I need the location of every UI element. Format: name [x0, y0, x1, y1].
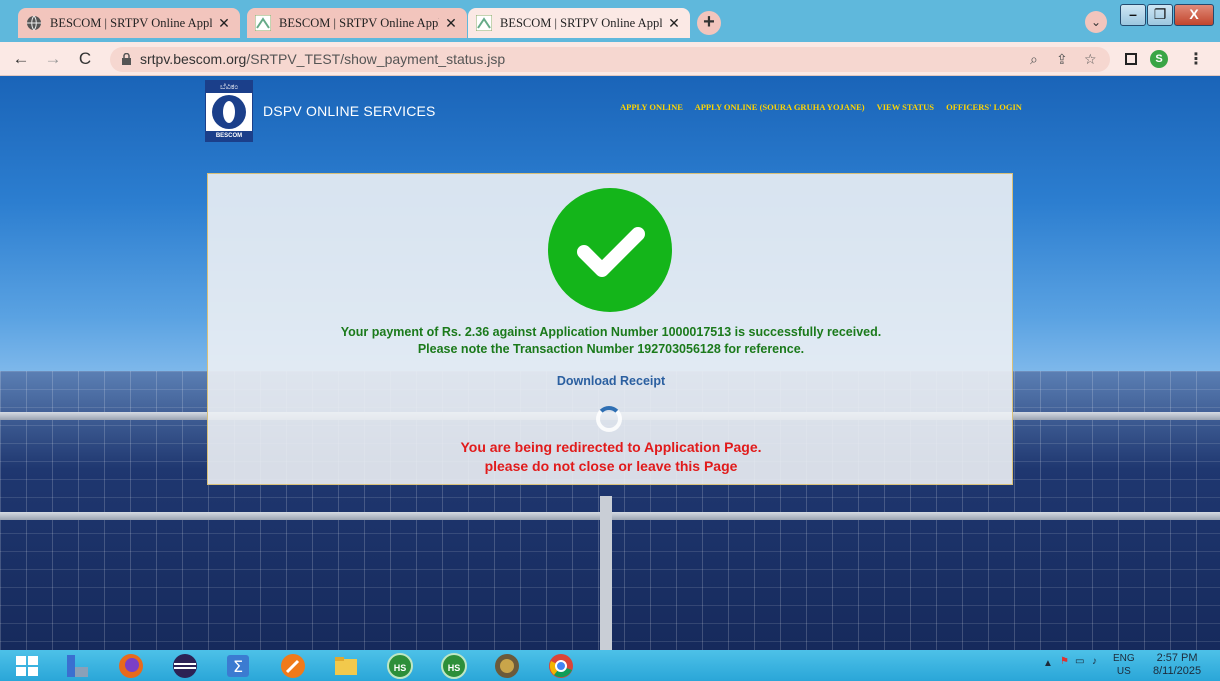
hs-app-icon[interactable]: HS [441, 653, 467, 679]
minimize-button[interactable]: – [1120, 4, 1146, 26]
loading-spinner-icon [596, 406, 622, 432]
close-tab-icon[interactable]: ✕ [216, 15, 232, 32]
panel-rail [600, 496, 612, 650]
tab-title: BESCOM | SRTPV Online Applicat [279, 15, 439, 30]
nav-apply-online-soura[interactable]: APPLY ONLINE (SOURA GRUHA YOJANE) [695, 102, 865, 112]
nav-apply-online[interactable]: APPLY ONLINE [620, 102, 683, 112]
tab-search-button[interactable]: ⌄ [1085, 11, 1107, 33]
logo-top-text: ಬೆವಿಕಂ [206, 81, 252, 93]
close-window-button[interactable]: X [1174, 4, 1214, 26]
url-host: srtpv.bescom.org [140, 51, 247, 67]
tab-title: BESCOM | SRTPV Online Applicat [50, 15, 212, 30]
chrome-icon[interactable] [548, 653, 574, 679]
redirect-notice: You are being redirected to Application … [460, 439, 762, 455]
globe-icon [27, 15, 41, 31]
download-receipt-link[interactable]: Download Receipt [208, 374, 1014, 388]
region-code: US [1116, 666, 1131, 677]
clock[interactable]: 2:57 PM 8/11/2025 [1153, 652, 1201, 678]
url-path: /SRTPV_TEST/show_payment_status.jsp [246, 51, 506, 67]
folder-icon[interactable] [333, 653, 359, 679]
browser-tab-1[interactable]: BESCOM | SRTPV Online Applicat ✕ [18, 8, 240, 38]
logo-bottom-text: BESCOM [206, 131, 252, 141]
badge-app-icon[interactable] [494, 653, 520, 679]
clock-time: 2:57 PM [1156, 652, 1198, 664]
flag-icon[interactable]: ⚑ [1060, 656, 1069, 667]
pencil-app-icon[interactable] [280, 653, 306, 679]
address-bar[interactable]: srtpv.bescom.org/SRTPV_TEST/show_payment… [110, 47, 1110, 72]
svg-text:Σ: Σ [233, 657, 243, 676]
language-indicator[interactable]: ENG US [1113, 652, 1135, 678]
payment-success-message: Your payment of Rs. 2.36 against Applica… [340, 325, 882, 339]
network-icon[interactable]: ▭ [1075, 656, 1084, 667]
payment-status-card: Your payment of Rs. 2.36 against Applica… [207, 173, 1013, 485]
browser-tab-2[interactable]: BESCOM | SRTPV Online Applicat ✕ [247, 8, 467, 38]
bescom-page-icon [255, 15, 271, 31]
success-check-icon [548, 188, 672, 312]
url-text: srtpv.bescom.org/SRTPV_TEST/show_payment… [140, 51, 505, 67]
browser-tab-3[interactable]: BESCOM | SRTPV Online Applicat ✕ [468, 8, 690, 38]
forward-arrow-icon[interactable]: → [42, 48, 64, 70]
firefox-icon[interactable] [118, 653, 144, 679]
transaction-number-message: Please note the Transaction Number 19270… [417, 342, 805, 356]
profile-avatar[interactable]: S [1150, 50, 1168, 68]
bescom-page-icon [476, 15, 492, 31]
close-tab-icon[interactable]: ✕ [443, 15, 459, 32]
start-icon[interactable] [14, 653, 40, 679]
tray-expand-icon[interactable]: ▲ [1043, 658, 1053, 669]
lang-code: ENG [1113, 653, 1135, 664]
clock-date: 8/11/2025 [1153, 665, 1202, 677]
bookmark-star-icon[interactable]: ☆ [1084, 51, 1097, 68]
file-manager-icon[interactable] [64, 653, 90, 679]
bescom-logo[interactable]: ಬೆವಿಕಂ BESCOM [205, 80, 253, 142]
nav-view-status[interactable]: VIEW STATUS [877, 102, 934, 112]
site-title: DSPV ONLINE SERVICES [263, 103, 436, 119]
tab-title: BESCOM | SRTPV Online Applicat [500, 15, 662, 30]
share-icon[interactable]: ⇪ [1056, 51, 1068, 68]
menu-kebab-icon[interactable]: ⋮ [1188, 49, 1204, 69]
reload-icon[interactable]: C [74, 48, 96, 70]
logo-emblem [212, 95, 246, 129]
back-arrow-icon[interactable]: ← [10, 48, 32, 70]
side-panel-icon[interactable] [1125, 53, 1137, 65]
lock-icon [122, 53, 131, 65]
sigma-icon[interactable]: Σ [225, 653, 251, 679]
browser-toolbar: ← → C srtpv.bescom.org/SRTPV_TEST/show_p… [0, 42, 1220, 76]
zoom-icon[interactable]: ⌕ [1030, 51, 1038, 68]
nav-officers-login[interactable]: OFFICERS' LOGIN [946, 102, 1022, 112]
volume-icon[interactable]: ♪ [1092, 656, 1097, 667]
close-tab-icon[interactable]: ✕ [666, 15, 682, 32]
new-tab-button[interactable]: + [697, 11, 721, 35]
windows-taskbar: Σ HS HS ▲ ⚑ ▭ ♪ ENG US 2:57 PM 8/11/2025 [0, 650, 1220, 681]
browser-tab-strip: BESCOM | SRTPV Online Applicat ✕ BESCOM … [0, 0, 1220, 42]
eclipse-icon[interactable] [172, 653, 198, 679]
maximize-button[interactable]: ❐ [1147, 4, 1173, 26]
top-nav: APPLY ONLINE APPLY ONLINE (SOURA GRUHA Y… [620, 102, 1032, 112]
web-page: ಬೆವಿಕಂ BESCOM DSPV ONLINE SERVICES APPLY… [0, 76, 1220, 650]
screen: BESCOM | SRTPV Online Applicat ✕ BESCOM … [0, 0, 1220, 681]
hs-app-icon[interactable]: HS [387, 653, 413, 679]
redirect-warning: please do not close or leave this Page [484, 458, 738, 474]
